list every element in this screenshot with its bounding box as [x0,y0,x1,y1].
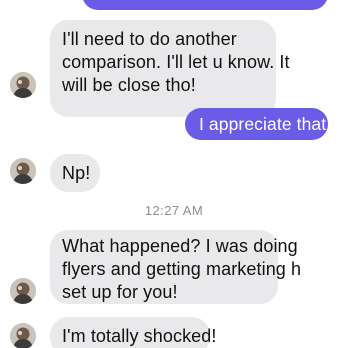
profile-photo-icon [10,158,36,184]
sent-message-bubble[interactable]: I appreciate that! [185,108,332,140]
previous-sent-message-bubble[interactable] [82,0,328,10]
profile-photo-icon [10,323,36,348]
message-text-line: What happened? I was doing [62,236,298,256]
message-text-line: I'll need to do another [62,29,237,49]
profile-photo-icon [10,278,36,304]
received-message-bubble[interactable]: I'll need to do another comparison. I'll… [50,20,290,117]
message-text: I'm totally shocked! [62,326,217,346]
message-text: I appreciate that! [199,114,332,134]
message-text-line: comparison. I'll let u know. It [62,52,290,72]
contact-avatar[interactable] [10,158,36,184]
contact-avatar[interactable] [10,278,36,304]
received-message-bubble[interactable]: I'm totally shocked! [50,317,217,348]
received-message-bubble[interactable]: Np! [50,154,100,192]
conversation-view: I'll need to do another comparison. I'll… [0,0,348,348]
message-text: Np! [62,163,91,183]
message-text-line: will be close tho! [62,75,196,95]
message-text-line: set up for you! [62,282,178,302]
profile-photo-icon [10,72,36,98]
contact-avatar[interactable] [10,323,36,348]
message-timestamp: 12:27 AM [144,203,204,218]
contact-avatar[interactable] [10,72,36,98]
message-text-line: flyers and getting marketing h [62,259,302,279]
received-message-bubble[interactable]: What happened? I was doing flyers and ge… [50,230,302,304]
